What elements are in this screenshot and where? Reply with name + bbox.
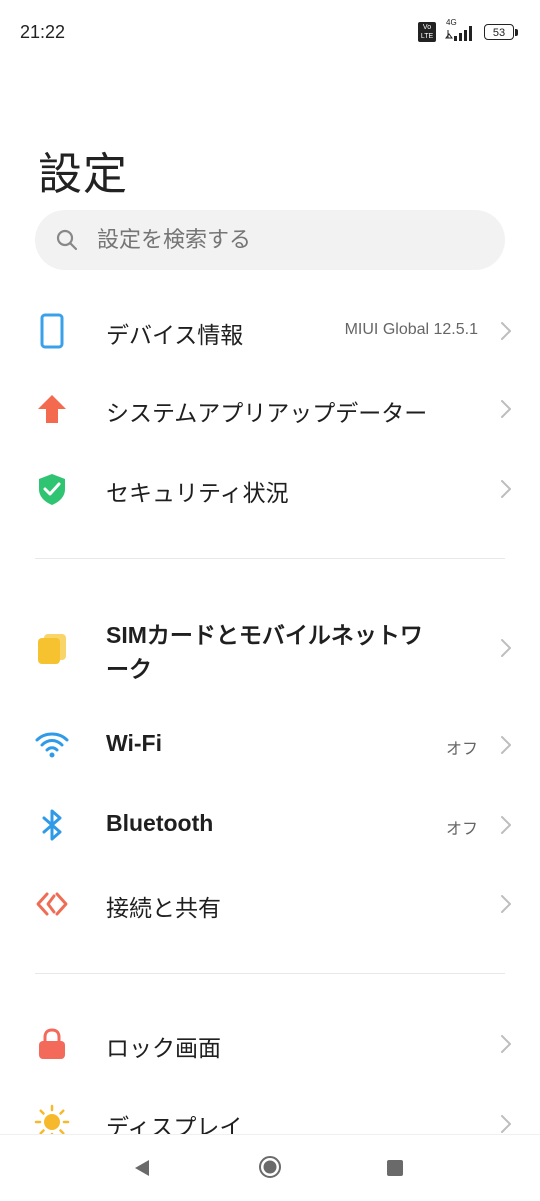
volte-icon: Vo LTE: [418, 22, 436, 42]
recents-button[interactable]: [387, 1160, 403, 1176]
home-button[interactable]: [258, 1155, 282, 1179]
settings-item-value: オフ: [445, 741, 478, 758]
chevron-right-icon: [501, 1115, 511, 1133]
navigation-bar: [0, 1134, 540, 1201]
signal-strength-icon: [445, 26, 472, 41]
status-time: 21:22: [20, 22, 66, 42]
chevron-right-icon: [501, 895, 511, 913]
bluetooth-icon: [42, 809, 62, 841]
lock-icon: [39, 1028, 65, 1059]
chevron-right-icon: [501, 736, 511, 754]
battery-indicator: 53: [484, 24, 514, 40]
section-divider: [35, 558, 505, 559]
settings-item-security-status[interactable]: セキュリティ状況: [0, 449, 540, 529]
settings-item-connection-sharing[interactable]: 接続と共有: [0, 864, 540, 944]
shield-check-icon: [39, 474, 65, 505]
sun-icon: [34, 1104, 70, 1134]
search-icon: [56, 229, 78, 251]
back-button[interactable]: [133, 1159, 151, 1177]
chevron-right-icon: [501, 1035, 511, 1053]
sim-card-icon: [38, 634, 66, 664]
page-title: 設定: [38, 150, 128, 199]
settings-item-label-line2: ーク: [106, 656, 152, 682]
settings-item-label: セキュリティ状況: [106, 480, 289, 506]
search-input[interactable]: [97, 210, 477, 270]
battery-tip: [515, 29, 518, 36]
settings-item-label: SIMカードとモバイルネットワ: [106, 622, 423, 648]
status-icons: Vo LTE 4G 53: [418, 18, 520, 46]
arrow-up-icon: [38, 395, 66, 423]
settings-item-label: ロック画面: [106, 1035, 221, 1061]
chevron-right-icon: [501, 816, 511, 834]
status-bar: 21:22 Vo LTE 4G 53: [0, 0, 540, 64]
settings-item-device-info[interactable]: デバイス情報 MIUI Global 12.5.1: [0, 291, 540, 371]
settings-item-lock-screen[interactable]: ロック画面: [0, 1004, 540, 1084]
settings-item-display[interactable]: ディスプレイ: [0, 1084, 540, 1134]
settings-item-bluetooth[interactable]: Bluetooth オフ: [0, 785, 540, 865]
phone-icon: [40, 313, 64, 349]
share-icon: [36, 892, 68, 916]
chevron-right-icon: [501, 322, 511, 340]
section-divider: [35, 973, 505, 974]
settings-item-label: Wi-Fi: [106, 730, 162, 756]
settings-item-value: オフ: [445, 821, 478, 838]
settings-item-system-app-updater[interactable]: システムアプリアップデーター: [0, 369, 540, 449]
settings-item-value: MIUI Global 12.5.1: [344, 321, 478, 338]
settings-item-label: ディスプレイ: [106, 1114, 243, 1134]
settings-item-label: デバイス情報: [106, 322, 244, 348]
search-bar[interactable]: [35, 210, 505, 270]
chevron-right-icon: [501, 639, 511, 657]
wifi-icon: [35, 732, 69, 758]
settings-item-sim-mobile-network[interactable]: SIMカードとモバイルネットワ ーク: [0, 602, 540, 694]
settings-item-label: Bluetooth: [106, 810, 214, 836]
settings-item-label: 接続と共有: [106, 895, 221, 921]
settings-item-label: システムアプリアップデーター: [106, 400, 428, 426]
settings-item-wifi[interactable]: Wi-Fi オフ: [0, 705, 540, 785]
chevron-right-icon: [501, 480, 511, 498]
chevron-right-icon: [501, 400, 511, 418]
